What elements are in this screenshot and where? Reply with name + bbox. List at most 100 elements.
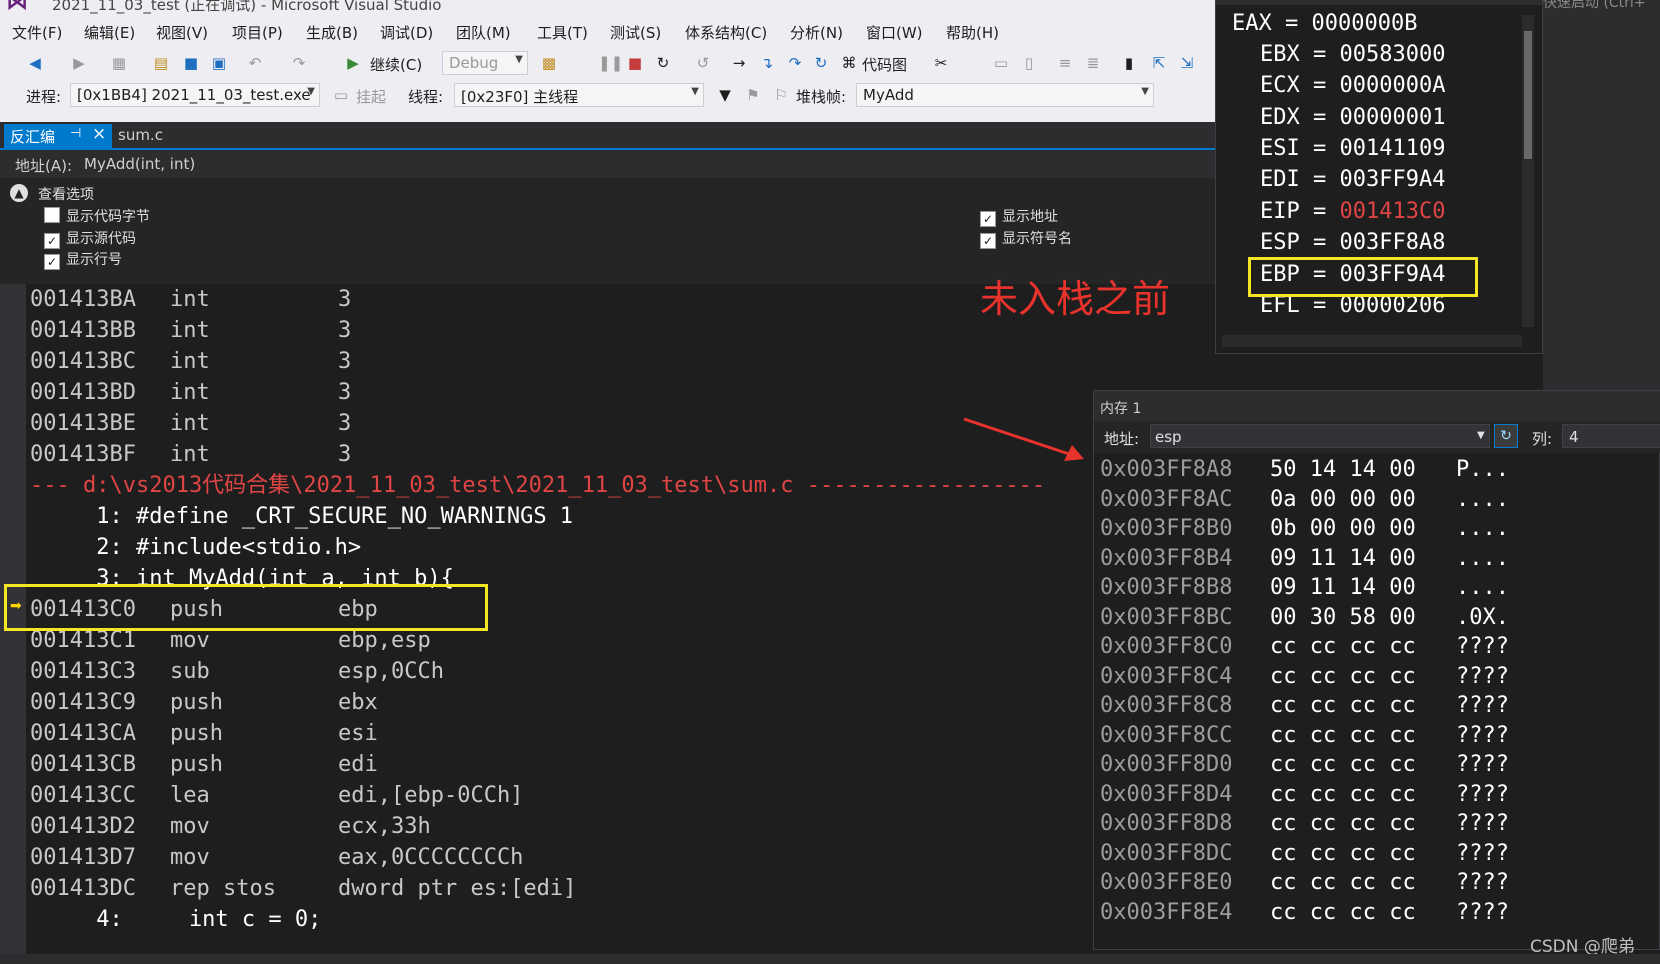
indent-icon[interactable]: ▭: [992, 54, 1010, 72]
prev-bookmark-icon[interactable]: ⇱: [1150, 54, 1168, 72]
flag-threads-icon[interactable]: ⚑: [744, 86, 762, 104]
step-out-icon[interactable]: ↻: [812, 54, 830, 72]
refresh-icon[interactable]: ↻: [1494, 424, 1518, 448]
memory-address-input[interactable]: esp: [1150, 424, 1490, 448]
menu-build[interactable]: 生成(B): [306, 22, 358, 43]
register-eip: EIP = 001413C0: [1260, 199, 1446, 224]
step-arrow-icon[interactable]: →: [730, 54, 748, 72]
registers-hscrollbar[interactable]: [1222, 335, 1522, 347]
suspend-button[interactable]: 挂起: [356, 86, 386, 107]
menu-view[interactable]: 视图(V): [156, 22, 208, 43]
close-icon[interactable]: ×: [92, 124, 106, 144]
memory-ascii: ????: [1456, 811, 1509, 836]
thread-select[interactable]: [0x23F0] 主线程 ▼: [454, 83, 704, 107]
tab-disassembly[interactable]: 反汇编 ⊣ ×: [4, 124, 112, 148]
stop-debugging-icon[interactable]: ■: [626, 54, 644, 72]
checkbox-show-code-bytes[interactable]: 显示代码字节: [44, 206, 150, 226]
menu-help[interactable]: 帮助(H): [946, 22, 999, 43]
memory-row: 0x003FF8E0 cc cc cc cc????: [1100, 870, 1509, 895]
menu-file[interactable]: 文件(F): [12, 22, 62, 43]
debug-location-toolbar: 进程: [0x1BB4] 2021_11_03_test.exe ▼ ▭ 挂起 线…: [0, 80, 1215, 112]
comment-icon[interactable]: ≡: [1056, 54, 1074, 72]
quick-launch-input[interactable]: 快速启动 (Ctrl+: [1543, 0, 1646, 12]
show-next-statement-icon[interactable]: ↺: [694, 54, 712, 72]
menu-bar: 文件(F) 编辑(E) 视图(V) 项目(P) 生成(B) 调试(D) 团队(M…: [0, 20, 1215, 46]
menu-team[interactable]: 团队(M): [456, 22, 511, 43]
memory-bytes: cc cc cc cc: [1270, 870, 1416, 895]
memory-address: 0x003FF8E4: [1100, 899, 1233, 925]
memory-row: 0x003FF8BC 00 30 58 00 .0X.: [1100, 605, 1509, 630]
uncomment-icon[interactable]: ≣: [1084, 54, 1102, 72]
memory-ascii: .0X.: [1456, 604, 1509, 630]
forward-icon[interactable]: ▶: [70, 54, 88, 72]
register-ebx: EBX = 00583000: [1260, 42, 1446, 67]
memory-bytes: cc cc cc cc: [1270, 811, 1416, 836]
memory-title-bar: 内存 1: [1094, 391, 1660, 421]
checkbox-show-address[interactable]: ✓ 显示地址: [980, 206, 1058, 227]
stackframe-select[interactable]: MyAdd ▼: [856, 83, 1154, 107]
outdent-icon[interactable]: ▯: [1020, 54, 1038, 72]
memory-bytes: cc cc cc cc: [1270, 899, 1416, 925]
checkbox-icon: [44, 207, 60, 223]
chevron-down-icon[interactable]: ▼: [1477, 430, 1485, 441]
memory-bytes: cc cc cc cc: [1270, 752, 1416, 777]
find-icon[interactable]: ▩: [540, 54, 558, 72]
menu-architecture[interactable]: 体系结构(C): [685, 22, 767, 43]
menu-tools[interactable]: 工具(T): [537, 22, 588, 43]
continue-play-icon[interactable]: ▶: [344, 54, 362, 72]
continue-button[interactable]: 继续(C): [370, 54, 422, 75]
save-all-icon[interactable]: ▣: [210, 54, 228, 72]
address-input[interactable]: MyAdd(int, int): [84, 155, 195, 173]
step-into-icon[interactable]: ↴: [758, 54, 776, 72]
registers-scrollbar-thumb[interactable]: [1524, 31, 1532, 159]
pin-icon[interactable]: ⊣: [70, 126, 81, 141]
columns-input[interactable]: 4: [1562, 424, 1660, 448]
memory-ascii: ????: [1456, 693, 1509, 718]
menu-window[interactable]: 窗口(W): [866, 22, 923, 43]
menu-edit[interactable]: 编辑(E): [84, 22, 135, 43]
asm-line: 001413BE int 3: [30, 411, 352, 436]
menu-analyze[interactable]: 分析(N): [790, 22, 843, 43]
memory-address: 0x003FF8E0: [1100, 870, 1233, 895]
process-select[interactable]: [0x1BB4] 2021_11_03_test.exe ▼: [70, 83, 320, 107]
open-file-icon[interactable]: ▤: [152, 54, 170, 72]
menu-project[interactable]: 项目(P): [232, 22, 283, 43]
menu-test[interactable]: 测试(S): [610, 22, 661, 43]
restart-icon[interactable]: ↻: [654, 54, 672, 72]
back-icon[interactable]: ◀: [26, 54, 44, 72]
suspend-icon[interactable]: ▭: [332, 86, 350, 104]
checkbox-show-symbol-names[interactable]: ✓ 显示符号名: [980, 228, 1072, 249]
collapse-icon[interactable]: ▲: [10, 184, 28, 202]
next-bookmark-icon[interactable]: ⇲: [1178, 54, 1196, 72]
register-esp: ESP = 003FF8A8: [1260, 230, 1446, 255]
toolbar-options-icon[interactable]: ✂: [932, 54, 950, 72]
code-map-button[interactable]: 代码图: [862, 54, 907, 75]
memory-ascii: ????: [1456, 634, 1509, 659]
memory-address: 0x003FF8D4: [1100, 781, 1233, 807]
view-options-header[interactable]: 查看选项: [38, 184, 94, 204]
checkmark-icon: ✓: [980, 211, 996, 227]
register-esi: ESI = 00141109: [1260, 136, 1446, 161]
checkbox-show-source[interactable]: ✓ 显示源代码: [44, 228, 136, 249]
configuration-select[interactable]: Debug ▼: [442, 51, 528, 75]
asm-line: 001413BB int 3: [30, 318, 352, 343]
menu-debug[interactable]: 调试(D): [380, 22, 433, 43]
step-over-icon[interactable]: ↷: [786, 54, 804, 72]
memory-row: 0x003FF8AC 0a 00 00 00....: [1100, 487, 1509, 512]
window-title: 2021_11_03_test (正在调试) - Microsoft Visua…: [52, 0, 442, 14]
code-map-icon[interactable]: ⌘: [840, 54, 858, 72]
register-eax: EAX = 0000000B: [1232, 11, 1418, 36]
bookmark-icon[interactable]: ▮: [1120, 54, 1138, 72]
save-icon[interactable]: ■: [182, 54, 200, 72]
break-all-icon[interactable]: ❚❚: [598, 54, 623, 72]
new-project-icon[interactable]: ▦: [110, 54, 128, 72]
show-flagged-icon[interactable]: ⚐: [772, 86, 790, 104]
address-label: 地址(A):: [15, 157, 73, 175]
tab-sum-c[interactable]: sum.c: [118, 126, 163, 144]
memory-bytes: 0a 00 00 00: [1270, 486, 1416, 512]
standard-toolbar: ◀ ▶ ▦ ▤ ■ ▣ ↶ ↷ ▶ 继续(C) Debug ▼ ▩ ❚❚ ■ ↻ …: [0, 48, 1215, 80]
redo-icon[interactable]: ↷: [290, 54, 308, 72]
undo-icon[interactable]: ↶: [246, 54, 264, 72]
checkbox-show-line-numbers[interactable]: ✓ 显示行号: [44, 249, 122, 270]
filter-icon[interactable]: ▼: [716, 86, 734, 104]
